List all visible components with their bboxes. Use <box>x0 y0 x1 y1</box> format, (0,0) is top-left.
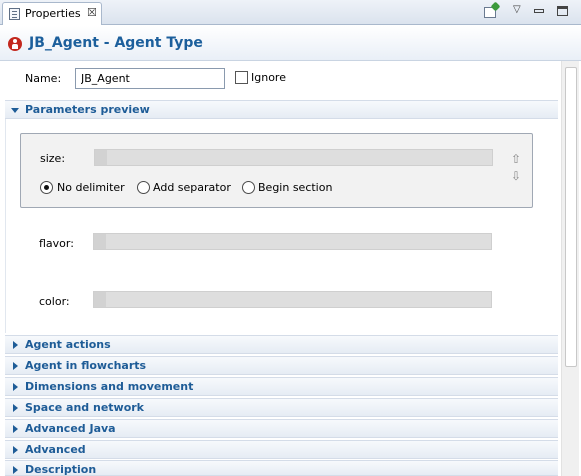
radio-add-separator-label: Add separator <box>153 181 231 194</box>
section-agent-actions[interactable]: Agent actions <box>5 335 558 354</box>
chevron-right-icon <box>13 425 18 433</box>
tab-properties-label: Properties <box>25 7 81 20</box>
tab-properties[interactable]: Properties ☒ <box>2 2 102 25</box>
scrollbar-thumb[interactable] <box>565 67 577 367</box>
section-label: Advanced <box>25 443 86 456</box>
ignore-label: Ignore <box>251 71 286 84</box>
section-dimensions-and-movement[interactable]: Dimensions and movement <box>5 377 558 396</box>
ignore-checkbox[interactable] <box>235 71 248 84</box>
view-menu-icon[interactable]: ▽ <box>513 4 527 18</box>
section-label: Parameters preview <box>25 103 150 116</box>
section-label: Agent actions <box>25 338 111 351</box>
minimize-icon[interactable] <box>534 9 544 13</box>
section-agent-in-flowcharts[interactable]: Agent in flowcharts <box>5 356 558 375</box>
section-space-and-network[interactable]: Space and network <box>5 398 558 417</box>
radio-begin-section[interactable] <box>242 181 255 194</box>
chevron-right-icon <box>13 362 18 370</box>
chevron-right-icon <box>13 466 18 474</box>
properties-icon <box>9 8 20 20</box>
section-label: Dimensions and movement <box>25 380 194 393</box>
chevron-right-icon <box>13 404 18 412</box>
move-down-icon[interactable]: ⇩ <box>510 170 522 182</box>
radio-no-delimiter[interactable] <box>40 181 53 194</box>
section-description[interactable]: Description <box>5 460 558 476</box>
color-field[interactable] <box>93 291 492 308</box>
section-advanced-java[interactable]: Advanced Java <box>5 419 558 438</box>
name-input[interactable] <box>75 68 225 89</box>
radio-add-separator[interactable] <box>137 181 150 194</box>
chevron-right-icon <box>13 383 18 391</box>
maximize-icon[interactable] <box>557 6 568 16</box>
section-advanced[interactable]: Advanced <box>5 440 558 459</box>
size-label: size: <box>40 152 66 165</box>
color-label: color: <box>39 295 70 308</box>
radio-begin-section-label: Begin section <box>258 181 333 194</box>
section-label: Description <box>25 463 97 476</box>
section-label: Space and network <box>25 401 144 414</box>
pin-editor-icon[interactable] <box>484 7 496 18</box>
chevron-down-icon <box>11 108 19 113</box>
flavor-field[interactable] <box>93 233 492 250</box>
chevron-right-icon <box>13 341 18 349</box>
page-title: JB_Agent - Agent Type <box>29 35 203 51</box>
move-up-icon[interactable]: ⇧ <box>510 153 522 165</box>
chevron-right-icon <box>13 446 18 454</box>
section-label: Agent in flowcharts <box>25 359 147 372</box>
name-label: Name: <box>25 72 62 85</box>
size-field[interactable] <box>94 149 493 166</box>
section-label: Advanced Java <box>25 422 116 435</box>
section-parameters-preview[interactable]: Parameters preview <box>5 100 558 119</box>
radio-no-delimiter-label: No delimiter <box>57 181 125 194</box>
agent-type-icon <box>8 37 22 51</box>
vertical-scrollbar[interactable] <box>561 61 579 476</box>
view-tab-bar: Properties ☒ ▽ <box>0 0 581 25</box>
size-parameter-group: size: No delimiter Add separator Begin s… <box>20 133 533 208</box>
flavor-label: flavor: <box>39 237 74 250</box>
close-tab-icon[interactable]: ☒ <box>87 6 97 19</box>
